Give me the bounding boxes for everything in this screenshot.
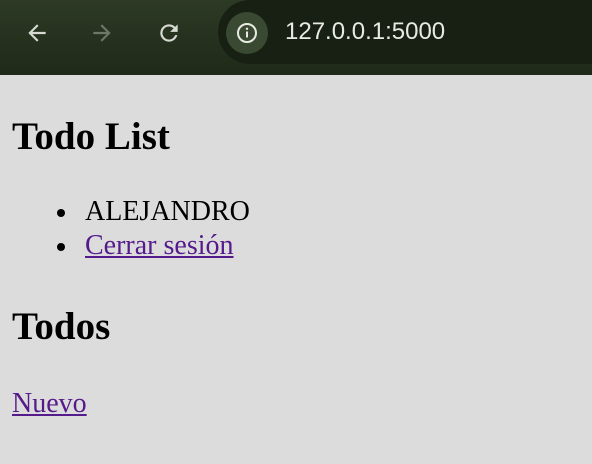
forward-arrow-icon: [93, 24, 111, 42]
site-info-button[interactable]: [226, 12, 268, 54]
list-item-logout: Cerrar sesión: [0, 229, 250, 263]
back-arrow-icon: [28, 24, 46, 42]
list-item-username: ALEJANDRO: [0, 195, 250, 229]
reload-button[interactable]: [153, 17, 185, 49]
info-icon: [237, 23, 257, 43]
reload-icon: [160, 24, 178, 42]
url-text[interactable]: 127.0.0.1:5000: [285, 16, 445, 48]
back-button[interactable]: [21, 17, 53, 49]
bullet-icon: [57, 243, 65, 251]
browser-toolbar: 127.0.0.1:5000: [0, 0, 592, 75]
user-nav-list: ALEJANDRO Cerrar sesión: [0, 195, 250, 263]
username-text: ALEJANDRO: [85, 196, 250, 227]
logout-link[interactable]: Cerrar sesión: [85, 230, 234, 261]
page-title: Todo List: [12, 115, 170, 158]
new-todo-link[interactable]: Nuevo: [12, 387, 87, 421]
forward-button[interactable]: [86, 17, 118, 49]
bullet-icon: [57, 209, 65, 217]
page-content: Todo List ALEJANDRO Cerrar sesión Todos …: [0, 75, 592, 464]
section-title: Todos: [12, 305, 111, 348]
